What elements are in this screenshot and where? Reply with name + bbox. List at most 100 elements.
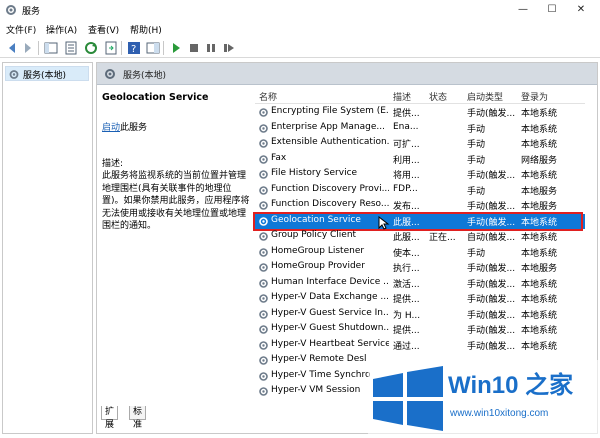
tab-standard[interactable]: 标准	[129, 406, 147, 430]
service-row[interactable]: Enterprise App Manage... Ena... 手动 本地系统	[255, 121, 585, 137]
service-name: Function Discovery Provi...	[271, 183, 389, 194]
service-row[interactable]: Hyper-V Heartbeat Service 通过... 手动(触发... 本地…	[255, 338, 585, 354]
service-gear-icon	[259, 170, 268, 179]
service-row[interactable]: Hyper-V Guest Service In... 为 H... 手动(触发..…	[255, 307, 585, 323]
column-header-name[interactable]: 名称	[259, 90, 277, 103]
service-name: Hyper-V Data Exchange ...	[271, 292, 389, 302]
service-row[interactable]: Encrypting File System (E... 提供... 手动(触发..…	[255, 105, 585, 121]
minimize-button[interactable]: —	[508, 0, 538, 20]
refresh-icon[interactable]	[83, 40, 99, 56]
menu-view[interactable]: 查看(V)	[88, 23, 119, 36]
service-gear-icon	[259, 139, 268, 148]
service-row[interactable]: HomeGroup Listener 使本... 手动 本地系统	[255, 245, 585, 261]
service-row[interactable]: Hyper-V Guest Shutdown... 提供... 手动(触发... 本地…	[255, 322, 585, 338]
service-row[interactable]: File History Service 将用... 手动(触发... 本地系统	[255, 167, 585, 183]
service-description: 提供...	[393, 109, 420, 119]
start-service-row: 启动此服务	[102, 120, 147, 133]
service-logon-as: 本地系统	[521, 326, 558, 336]
service-name: Hyper-V Guest Service In...	[271, 307, 389, 318]
service-startup-type: 手动(触发...	[467, 326, 516, 336]
start-service-icon[interactable]	[168, 40, 184, 56]
service-description: FDP...	[393, 183, 418, 194]
list-header: 名称 描述 状态 启动类型 登录为	[255, 86, 585, 104]
service-gear-icon	[259, 340, 268, 350]
service-row[interactable]: HomeGroup Provider 执行... 手动(触发... 本地服务	[255, 260, 585, 276]
window-title: 服务	[22, 7, 41, 17]
watermark-title: Win10 之家	[448, 372, 574, 399]
service-description: 将用...	[393, 171, 420, 181]
service-description: 发布...	[393, 202, 420, 212]
service-row[interactable]: Fax 利用... 手动 网络服务	[255, 152, 585, 168]
start-service-suffix: 此服务	[120, 123, 148, 133]
service-gear-icon	[259, 123, 268, 133]
service-logon-as: 本地系统	[521, 341, 558, 352]
tab-extended[interactable]: 扩展	[101, 406, 119, 430]
service-detail-panel: Geolocation Service 启动此服务 描述: 此服务将监视系统的当…	[97, 86, 252, 406]
service-gear-icon	[259, 309, 268, 319]
service-gear-icon	[259, 108, 268, 117]
service-description: 提供...	[393, 295, 420, 305]
svg-text:?: ?	[131, 44, 136, 55]
pause-service-icon[interactable]	[203, 40, 219, 56]
service-description: 使本...	[393, 248, 420, 259]
service-logon-as: 网络服务	[521, 155, 558, 166]
description-label: 描述:	[102, 159, 124, 169]
service-row[interactable]: Human Interface Device ... 激活... 手动(触发... 本…	[255, 276, 585, 292]
show-hide-pane-icon[interactable]	[145, 40, 161, 56]
service-description: 激活...	[393, 279, 420, 290]
column-header-status[interactable]: 状态	[429, 90, 447, 103]
export-list-icon[interactable]	[103, 40, 119, 56]
service-row[interactable]: Function Discovery Provi... FDP... 手动 本地服务	[255, 183, 585, 199]
service-row[interactable]: Hyper-V Data Exchange ... 提供... 手动(触发... 本地…	[255, 291, 585, 307]
menu-action[interactable]: 操作(A)	[46, 23, 77, 36]
service-startup-type: 手动(触发...	[467, 279, 516, 290]
service-gear-icon	[259, 247, 268, 257]
service-startup-type: 手动(触发...	[467, 341, 516, 352]
windows-logo-icon	[373, 366, 443, 431]
service-gear-icon	[259, 232, 268, 241]
service-startup-type: 自动(触发...	[467, 233, 516, 243]
service-status: 正在...	[429, 233, 456, 243]
service-logon-as: 本地系统	[521, 109, 558, 119]
column-header-description[interactable]: 描述	[393, 90, 411, 103]
tree-node-services-local[interactable]: 服务(本地)	[5, 66, 89, 81]
pane-header: 服务(本地)	[97, 63, 597, 85]
forward-arrow-icon[interactable]	[20, 40, 36, 56]
service-row[interactable]: Group Policy Client 此服... 正在... 自动(触发... 本地系…	[255, 229, 585, 245]
service-startup-type: 手动(触发...	[467, 310, 516, 321]
service-description: 可扩...	[393, 140, 420, 150]
menu-bar: 文件(F) 操作(A) 查看(V) 帮助(H)	[0, 21, 600, 37]
stop-service-icon[interactable]	[186, 40, 202, 56]
column-header-logon-as[interactable]: 登录为	[521, 90, 548, 103]
service-name: Group Policy Client	[271, 230, 357, 240]
service-logon-as: 本地服务	[521, 202, 558, 212]
service-logon-as: 本地系统	[521, 295, 558, 305]
menu-file[interactable]: 文件(F)	[6, 23, 36, 36]
services-gear-icon	[105, 69, 115, 79]
service-row[interactable]: Extensible Authentication... 可扩... 手动 本地系统	[255, 136, 585, 152]
properties-icon[interactable]	[63, 40, 79, 56]
service-logon-as: 本地系统	[521, 310, 558, 321]
toolbar-divider	[121, 41, 122, 55]
service-startup-type: 手动	[467, 186, 486, 197]
maximize-button[interactable]: ☐	[537, 0, 567, 20]
service-gear-icon	[259, 387, 268, 396]
console-tree: 服务(本地)	[2, 62, 93, 434]
service-description: 通过...	[393, 341, 420, 352]
service-name: Hyper-V Heartbeat Service	[271, 338, 389, 349]
service-gear-icon	[259, 325, 268, 334]
service-name: Encrypting File System (E...	[271, 106, 389, 116]
close-button[interactable]: ✕	[566, 0, 596, 20]
services-app-icon	[6, 5, 16, 15]
menu-help[interactable]: 帮助(H)	[130, 23, 162, 36]
help-icon[interactable]: ?	[126, 40, 142, 56]
service-name: HomeGroup Listener	[271, 245, 365, 256]
start-service-link[interactable]: 启动	[102, 123, 120, 133]
service-gear-icon	[259, 201, 268, 210]
column-header-startup-type[interactable]: 启动类型	[467, 90, 503, 103]
service-logon-as: 本地系统	[521, 171, 558, 181]
restart-service-icon[interactable]	[221, 40, 237, 56]
back-arrow-icon[interactable]	[4, 40, 20, 56]
service-description: 此服...	[393, 233, 420, 243]
console-tree-icon[interactable]	[43, 40, 59, 56]
